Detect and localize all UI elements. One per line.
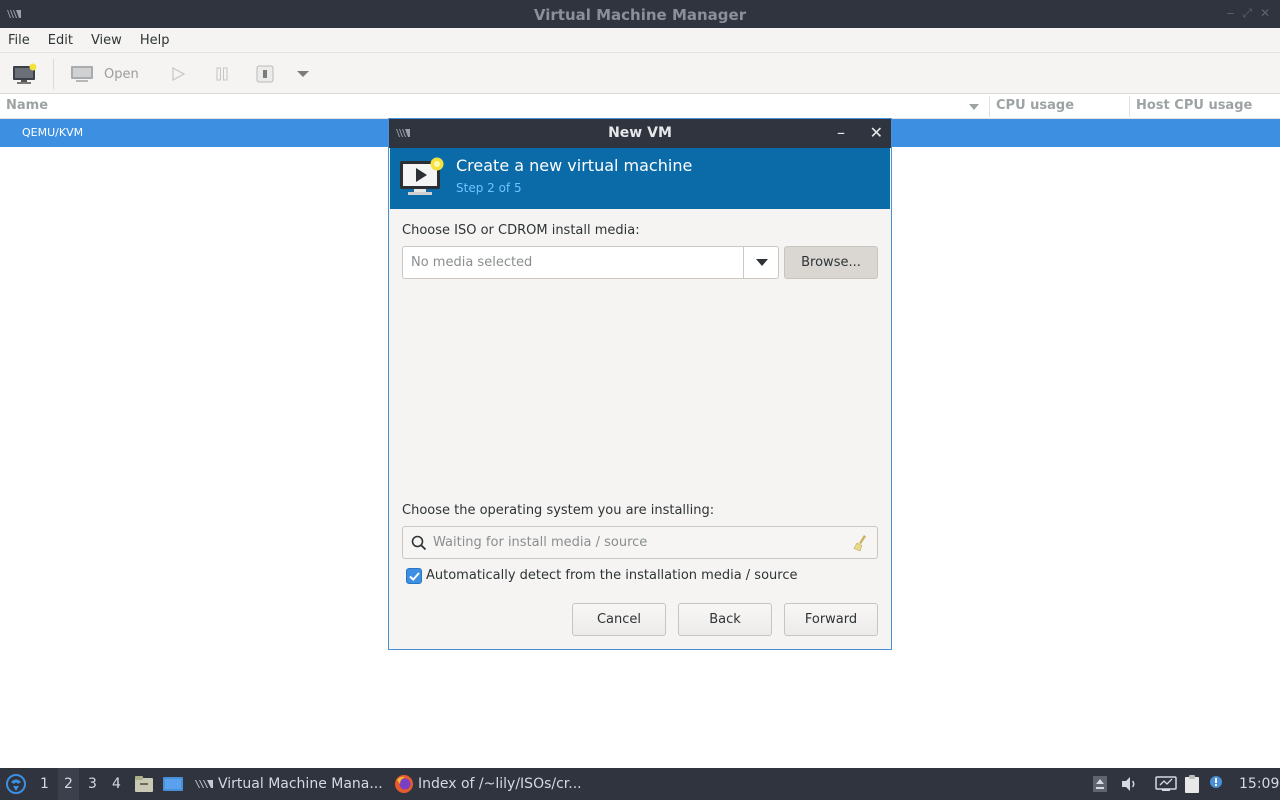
chevron-down-icon bbox=[297, 71, 309, 77]
chevron-down-icon bbox=[756, 259, 768, 266]
dialog-titlebar: New VM – ✕ bbox=[389, 119, 891, 148]
tray-notifications[interactable] bbox=[1208, 768, 1224, 800]
tray-updates[interactable] bbox=[1092, 768, 1108, 800]
connection-name: QEMU/KVM bbox=[22, 126, 84, 139]
column-cpu-usage[interactable]: CPU usage bbox=[996, 98, 1074, 113]
wizard-banner: Create a new virtual machine Step 2 of 5 bbox=[390, 148, 890, 209]
desktop-icon bbox=[163, 777, 183, 791]
auto-detect-label[interactable]: Automatically detect from the installati… bbox=[426, 568, 797, 583]
pause-icon bbox=[216, 67, 228, 81]
update-icon bbox=[1093, 776, 1107, 792]
workspace-4[interactable]: 4 bbox=[112, 768, 121, 800]
column-divider bbox=[989, 96, 990, 117]
column-name[interactable]: Name bbox=[6, 98, 48, 113]
os-search-field[interactable] bbox=[402, 526, 878, 559]
clock[interactable]: 15:09 bbox=[1239, 768, 1279, 800]
toolbar: Open bbox=[0, 53, 1280, 94]
clear-icon[interactable] bbox=[853, 534, 869, 552]
auto-detect-checkbox[interactable] bbox=[406, 568, 422, 584]
menu-file[interactable]: File bbox=[8, 33, 30, 48]
stop-icon bbox=[256, 65, 274, 83]
close-icon[interactable]: ✕ bbox=[1260, 6, 1270, 21]
task-virt-manager[interactable]: Virtual Machine Mana... bbox=[194, 768, 383, 800]
shutdown-menu-button[interactable] bbox=[296, 61, 310, 87]
checkmark-icon bbox=[409, 572, 420, 582]
task-label: Virtual Machine Mana... bbox=[218, 776, 383, 792]
workspace-1[interactable]: 1 bbox=[40, 768, 49, 800]
os-label: Choose the operating system you are inst… bbox=[402, 503, 715, 518]
workspace-3[interactable]: 3 bbox=[88, 768, 97, 800]
media-dropdown-button[interactable] bbox=[743, 247, 778, 278]
workspace-2[interactable]: 2 bbox=[58, 768, 79, 800]
sort-arrow-icon[interactable] bbox=[968, 103, 980, 111]
column-host-cpu-usage[interactable]: Host CPU usage bbox=[1136, 98, 1252, 113]
firefox-icon bbox=[395, 775, 413, 793]
virt-manager-app-icon bbox=[195, 780, 213, 788]
search-icon bbox=[411, 535, 427, 551]
new-vm-icon bbox=[13, 63, 37, 84]
pause-button[interactable] bbox=[214, 61, 230, 87]
wizard-step: Step 2 of 5 bbox=[456, 181, 522, 195]
os-search-input[interactable] bbox=[433, 527, 843, 558]
start-menu-button[interactable] bbox=[6, 768, 26, 800]
shutdown-button[interactable] bbox=[256, 61, 274, 87]
menu-edit[interactable]: Edit bbox=[48, 33, 73, 48]
minimize-icon[interactable]: ‒ bbox=[1227, 6, 1235, 21]
main-titlebar: Virtual Machine Manager ‒ ⤢ ✕ bbox=[0, 0, 1280, 28]
notification-icon bbox=[1210, 776, 1222, 788]
maximize-icon[interactable]: ⤢ bbox=[1242, 6, 1252, 21]
clipboard-icon bbox=[1185, 775, 1199, 793]
menu-view[interactable]: View bbox=[91, 33, 122, 48]
window-title: Virtual Machine Manager bbox=[533, 6, 747, 24]
toolbar-separator bbox=[53, 59, 54, 89]
new-vm-icon bbox=[400, 157, 444, 195]
minimize-icon[interactable]: – bbox=[837, 123, 845, 142]
wizard-heading: Create a new virtual machine bbox=[456, 156, 693, 175]
vm-list-header: Name CPU usage Host CPU usage bbox=[0, 94, 1280, 119]
new-vm-dialog: New VM – ✕ Create a new virtual machine … bbox=[388, 118, 892, 650]
taskbar: 1 2 3 4 Virtual Machine Mana... Index of… bbox=[0, 768, 1280, 800]
window-controls: ‒ ⤢ ✕ bbox=[1227, 6, 1270, 21]
task-firefox[interactable]: Index of /~lily/ISOs/cr... bbox=[394, 768, 582, 800]
tray-clipboard[interactable] bbox=[1183, 768, 1201, 800]
tray-volume[interactable] bbox=[1120, 768, 1138, 800]
media-label: Choose ISO or CDROM install media: bbox=[402, 223, 640, 238]
back-button[interactable]: Back bbox=[678, 603, 772, 636]
monitor-icon bbox=[71, 66, 93, 82]
file-manager-launcher[interactable] bbox=[134, 768, 154, 800]
task-label: Index of /~lily/ISOs/cr... bbox=[418, 776, 582, 792]
tray-network[interactable] bbox=[1155, 768, 1177, 800]
browse-button[interactable]: Browse... bbox=[784, 246, 878, 279]
open-label: Open bbox=[104, 66, 139, 82]
volume-icon bbox=[1122, 777, 1135, 791]
open-button[interactable]: Open bbox=[70, 61, 139, 87]
install-media-combobox[interactable] bbox=[402, 246, 779, 279]
play-icon bbox=[172, 66, 186, 82]
column-divider bbox=[1129, 96, 1130, 117]
network-icon bbox=[1155, 776, 1177, 791]
dialog-title: New VM bbox=[608, 125, 672, 141]
distro-logo-icon bbox=[6, 774, 26, 794]
show-desktop-launcher[interactable] bbox=[162, 768, 184, 800]
install-media-input[interactable] bbox=[403, 247, 743, 278]
cancel-button[interactable]: Cancel bbox=[572, 603, 666, 636]
close-icon[interactable]: ✕ bbox=[870, 123, 883, 142]
run-button[interactable] bbox=[170, 61, 186, 87]
menubar: File Edit View Help bbox=[0, 28, 1280, 53]
forward-button[interactable]: Forward bbox=[784, 603, 878, 636]
file-manager-icon bbox=[135, 776, 153, 792]
menu-help[interactable]: Help bbox=[140, 33, 170, 48]
new-vm-button[interactable] bbox=[12, 61, 38, 87]
